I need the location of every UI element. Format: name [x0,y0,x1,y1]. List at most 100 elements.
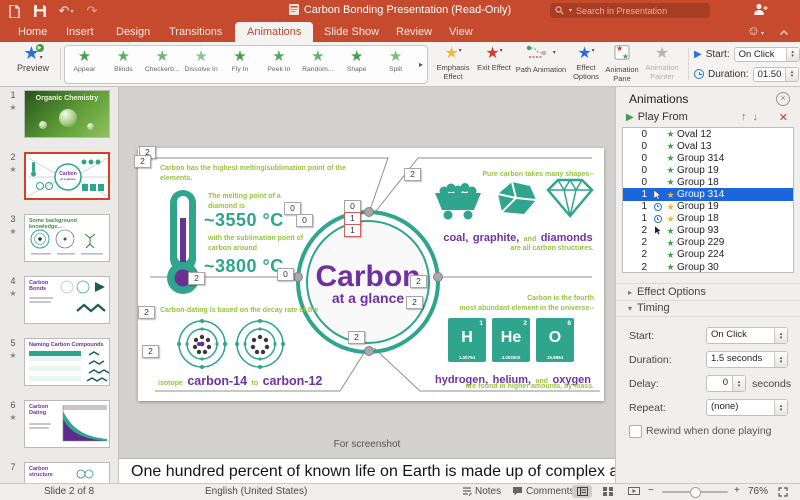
melting-temp-2[interactable]: ~3800 °C [204,256,284,277]
preview-button[interactable]: ★ ▶ ▾ Preview [8,45,58,74]
effect-split[interactable]: ★Split [376,46,415,83]
comments-toggle-button[interactable]: Comments [512,486,574,499]
animation-order-badge[interactable]: 2 [134,155,151,168]
play-from-button[interactable]: ▶Play From [626,111,688,123]
effect-checkerboard[interactable]: ★Checkerb... [143,46,182,83]
shapes-outro-text[interactable]: are all carbon structures. [510,244,594,254]
duration-stepper[interactable]: ▴▾ [785,68,797,81]
slide-thumbnail-1[interactable]: Organic Chemistry [24,90,110,138]
tab-review[interactable]: Review [392,22,436,42]
notes-pane[interactable]: One hundred percent of known life on Ear… [119,458,615,484]
collapse-ribbon-button[interactable] [780,30,788,35]
move-up-icon[interactable]: ↑ [741,111,753,123]
slideshow-view-button[interactable] [624,485,644,498]
tab-insert[interactable]: Insert [62,22,98,42]
abundance-intro-2[interactable]: most abundant element in the universe-- [459,304,594,314]
rewind-checkbox[interactable] [629,425,642,438]
dating-intro-text[interactable]: Carbon-dating is based on the decay rate… [160,306,360,316]
emphasis-effect-button[interactable]: ★▾ Emphasis Effect [433,45,473,81]
effect-options-button[interactable]: ★▾ Effect Options [566,45,606,81]
element-tile-helium[interactable]: 2 He 4.002602 [492,318,530,362]
animation-order-badge[interactable]: 2 [348,331,365,344]
animation-order-badge[interactable]: 2 [404,168,421,181]
slide-thumbnail-3[interactable]: Some background knowledge... [24,214,110,262]
animation-order-badge[interactable]: 2 [138,306,155,319]
animation-row[interactable]: 2★Group 229 [623,237,793,249]
timing-duration-dropdown[interactable]: 1.5 seconds▴▾ [706,351,788,368]
feedback-smiley-icon[interactable]: ☺▾ [747,23,764,38]
slide-thumbnail-5[interactable]: Naming Carbon Compounds [24,338,110,386]
animation-row[interactable]: 1★Group 19 [623,201,793,213]
effect-random[interactable]: ★Random... [298,46,337,83]
normal-view-button[interactable] [572,485,592,498]
zoom-slider-thumb[interactable] [690,487,701,498]
melting-intro-text[interactable]: Carbon has the highest melting/sublimati… [160,164,370,184]
search-box[interactable]: ▾ Search in Presentation [550,3,710,18]
notes-toggle-button[interactable]: Notes [462,486,501,499]
gallery-scroll-arrow[interactable]: ▸ [415,46,427,83]
animation-order-badge[interactable]: 2 [188,272,205,285]
tab-slide-show[interactable]: Slide Show [320,22,383,42]
animation-row[interactable]: 0★Group 19 [623,164,793,176]
shapes-intro-text[interactable]: Pure carbon takes many shapes-- [482,170,594,180]
duration-input[interactable]: 01.50 ▴▾ [753,67,799,82]
animation-row[interactable]: 0★Group 314 [623,152,793,164]
animation-row[interactable]: 2★Group 224 [623,249,793,261]
animation-row[interactable]: 1★Group 18 [623,213,793,225]
fit-to-window-icon[interactable] [778,487,788,500]
close-pane-icon[interactable]: × [776,92,790,106]
animation-order-badge[interactable]: 2 [406,296,423,309]
zoom-out-button[interactable]: − [648,485,654,496]
animation-row-selected[interactable]: 1 ★ Group 314 [623,188,793,200]
slide-sorter-view-button[interactable] [598,485,618,498]
tab-transitions[interactable]: Transitions [165,22,226,42]
slide-thumbnail-2-selected[interactable]: Carbon at a glance [24,152,110,200]
timing-delay-input[interactable]: 0▴▾ [706,375,746,392]
element-tile-hydrogen[interactable]: 1 H 1.00794 [448,318,486,362]
effect-peek-in[interactable]: ★Peek In [259,46,298,83]
effect-fly-in[interactable]: ★Fly In [221,46,260,83]
effect-shape[interactable]: ★Shape [337,46,376,83]
share-person-icon[interactable] [753,3,768,21]
exit-effect-button[interactable]: ★▾ Exit Effect [474,45,514,73]
timing-section-header[interactable]: ▾Timing [616,300,800,317]
animation-row[interactable]: 2 ★ Group 93 [623,225,793,237]
effect-appear[interactable]: ★Appear [65,46,104,83]
animation-order-badge[interactable]: 2 [410,275,427,288]
animation-row[interactable]: 0★Oval 13 [623,140,793,152]
language-indicator[interactable]: English (United States) [205,486,307,497]
melting-temp-1[interactable]: ~3550 °C [204,210,284,231]
delete-animation-icon[interactable]: ✕ [779,111,788,124]
tab-home[interactable]: Home [14,22,51,42]
animation-row[interactable]: 0★Oval 12 [623,128,793,140]
timing-start-dropdown[interactable]: On Click▴▾ [706,327,788,344]
timing-repeat-dropdown[interactable]: (none)▴▾ [706,399,788,416]
tab-view[interactable]: View [445,22,477,42]
animation-order-badge[interactable]: 0 [277,268,294,281]
tab-animations[interactable]: Animations [235,22,313,42]
animation-order-badge[interactable]: 0 [296,214,313,227]
abundance-outro-text[interactable]: are found in higher amounts, by mass. [466,382,594,392]
abundance-intro-1[interactable]: Carbon is the fourth [527,294,594,304]
melting-line-2[interactable]: with the sublimation point of carbon aro… [208,234,308,254]
effect-options-section-header[interactable]: ▸Effect Options [616,283,800,301]
slide-canvas[interactable]: Carbon has the highest melting/sublimati… [138,148,604,401]
move-down-icon[interactable]: ↓ [753,111,765,123]
slide-thumbnail-7[interactable]: Carbon structure [24,462,110,484]
zoom-percentage[interactable]: 76% [748,486,768,497]
slide-thumbnail-6[interactable]: Carbon Dating [24,400,110,448]
path-animation-button[interactable]: ▾ Path Animation [515,45,567,75]
start-stepper[interactable]: ▴▾ [786,48,799,61]
tab-design[interactable]: Design [112,22,154,42]
animation-row[interactable]: 0★Group 18 [623,176,793,188]
slide-thumbnail-4[interactable]: Carbon Bonds [24,276,110,324]
element-tile-oxygen[interactable]: 8 O 15.9994 [536,318,574,362]
isotope-caption[interactable]: isotope carbon-14 to carbon-12 [158,372,388,390]
effect-dissolve-in[interactable]: ★Dissolve In [182,46,221,83]
zoom-in-button[interactable]: + [734,485,740,496]
animation-pane-button[interactable]: ★ ★ Animation Pane [602,45,642,83]
effect-blinds[interactable]: ★Blinds [104,46,143,83]
animation-order-badge-selected[interactable]: 1 [344,224,361,237]
start-dropdown[interactable]: On Click ▴▾ [734,47,800,62]
animation-order-badge[interactable]: 2 [142,345,159,358]
